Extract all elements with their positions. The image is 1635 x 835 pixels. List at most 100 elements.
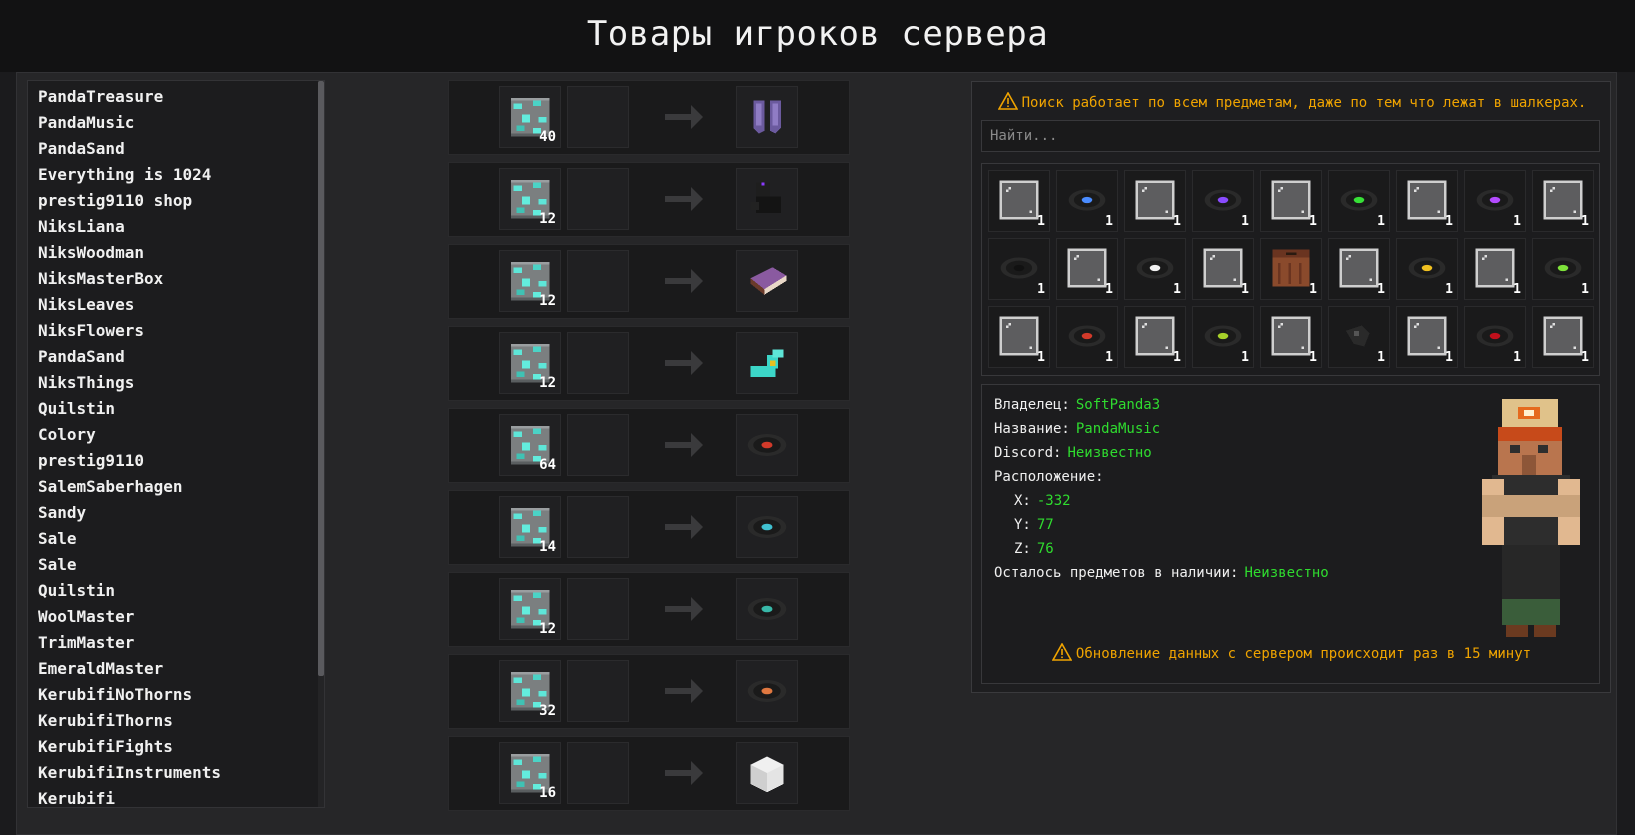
trade-row[interactable]: 16	[448, 736, 850, 811]
player-shop-item[interactable]: PandaSand	[38, 139, 125, 158]
player-shop-item[interactable]: Sale	[38, 555, 77, 574]
grid-item-slot[interactable]: 1	[1056, 170, 1118, 232]
player-shop-item[interactable]: NiksWoodman	[38, 243, 144, 262]
grid-item-slot[interactable]: 1	[988, 306, 1050, 368]
player-shop-item[interactable]: NiksThings	[38, 373, 134, 392]
shop-details-panel: Поиск работает по всем предметам, даже п…	[971, 81, 1611, 693]
player-shop-item[interactable]: TrimMaster	[38, 633, 134, 652]
scrollbar-thumb[interactable]	[318, 81, 324, 676]
grid-item-slot[interactable]: 1	[1532, 238, 1594, 300]
grid-item-slot[interactable]: 1	[988, 238, 1050, 300]
trade-row[interactable]: 12	[448, 572, 850, 647]
player-shop-item[interactable]: Sale	[38, 529, 77, 548]
grid-item-slot[interactable]: 1	[1328, 306, 1390, 368]
glass-pane-icon	[1134, 179, 1176, 225]
player-shop-item[interactable]: prestig9110	[38, 451, 144, 470]
grid-item-slot[interactable]: 1	[1124, 306, 1186, 368]
player-shop-item[interactable]: PandaSand	[38, 347, 125, 366]
trade-row[interactable]: 12	[448, 326, 850, 401]
grid-item-slot[interactable]: 1	[1396, 170, 1458, 232]
shop-info: Владелец: SoftPanda3 Название: PandaMusic …	[981, 384, 1600, 684]
player-shop-item[interactable]: KerubifiFights	[38, 737, 173, 756]
trade-row[interactable]: 64	[448, 408, 850, 483]
grid-item-slot[interactable]: 1	[1192, 170, 1254, 232]
glass-pane-icon	[1542, 179, 1584, 225]
grid-item-slot[interactable]: 1	[1532, 306, 1594, 368]
grid-item-slot[interactable]: 1	[1464, 170, 1526, 232]
item-count: 1	[1241, 214, 1249, 229]
grid-item-slot[interactable]: 1	[1124, 170, 1186, 232]
cost-count: 14	[539, 539, 556, 555]
player-shop-item[interactable]: Quilstin	[38, 399, 115, 418]
player-shop-item[interactable]: KerubifiNoThorns	[38, 685, 192, 704]
player-shop-item[interactable]: PandaMusic	[38, 113, 134, 132]
empty-cost-slot	[567, 332, 629, 394]
grid-item-slot[interactable]: 1	[1260, 238, 1322, 300]
grid-item-slot[interactable]: 1	[1328, 238, 1390, 300]
result-item-slot	[736, 414, 798, 476]
grid-item-slot[interactable]: 1	[1464, 306, 1526, 368]
arrow-right-icon	[663, 99, 705, 135]
grid-item-slot[interactable]: 1	[1328, 170, 1390, 232]
glass-pane-icon	[1542, 315, 1584, 361]
player-shop-item[interactable]: Sandy	[38, 503, 86, 522]
horse-head-icon	[745, 177, 789, 225]
trade-row[interactable]: 32	[448, 654, 850, 729]
player-shop-item[interactable]: Colory	[38, 425, 96, 444]
grid-item-slot[interactable]: 1	[1464, 238, 1526, 300]
player-shop-item[interactable]: NiksLeaves	[38, 295, 134, 314]
grid-item-slot[interactable]: 1	[1260, 170, 1322, 232]
grid-item-slot[interactable]: 1	[1192, 306, 1254, 368]
arrow-right-icon	[663, 509, 705, 545]
page-title: Товары игроков сервера	[586, 14, 1049, 54]
shop-name-label: Название:	[994, 421, 1070, 437]
music-disc-violet-icon	[1474, 179, 1516, 225]
cost-item-slot: 12	[499, 578, 561, 640]
player-shop-item[interactable]: prestig9110 shop	[38, 191, 192, 210]
player-shop-list[interactable]: PandaTreasure PandaMusic PandaSand Everythi…	[27, 80, 325, 808]
item-count: 1	[1445, 350, 1453, 365]
result-item-slot	[736, 742, 798, 804]
grid-item-slot[interactable]: 1	[1124, 238, 1186, 300]
trade-row[interactable]: 12	[448, 244, 850, 319]
player-shop-item[interactable]: KerubifiInstruments	[38, 763, 221, 782]
player-shop-item[interactable]: NiksLiana	[38, 217, 125, 236]
item-count: 1	[1445, 214, 1453, 229]
item-count: 1	[1105, 214, 1113, 229]
glass-pane-icon	[1202, 247, 1244, 293]
player-shop-item[interactable]: PandaTreasure	[38, 87, 163, 106]
grid-item-slot[interactable]: 1	[1396, 238, 1458, 300]
cost-item-slot: 12	[499, 168, 561, 230]
search-input[interactable]	[981, 120, 1600, 152]
location-label: Расположение:	[994, 469, 1104, 485]
item-count: 1	[1105, 282, 1113, 297]
player-shop-item[interactable]: NiksFlowers	[38, 321, 144, 340]
item-count: 1	[1309, 214, 1317, 229]
grid-item-slot[interactable]: 1	[1056, 306, 1118, 368]
player-shop-item[interactable]: WoolMaster	[38, 607, 134, 626]
empty-cost-slot	[567, 742, 629, 804]
grid-item-slot[interactable]: 1	[1192, 238, 1254, 300]
player-shop-item[interactable]: EmeraldMaster	[38, 659, 163, 678]
player-shop-item[interactable]: NiksMasterBox	[38, 269, 163, 288]
grid-item-slot[interactable]: 1	[988, 170, 1050, 232]
trade-row[interactable]: 14	[448, 490, 850, 565]
player-shop-item[interactable]: Kerubifi	[38, 789, 115, 807]
grid-item-slot[interactable]: 1	[1396, 306, 1458, 368]
empty-cost-slot	[567, 250, 629, 312]
item-count: 1	[1105, 350, 1113, 365]
music-disc-lime-icon	[1542, 247, 1584, 293]
trade-row[interactable]: 12	[448, 162, 850, 237]
grid-item-slot[interactable]: 1	[1056, 238, 1118, 300]
grid-item-slot[interactable]: 1	[1260, 306, 1322, 368]
player-shop-item[interactable]: Quilstin	[38, 581, 115, 600]
item-count: 1	[1377, 350, 1385, 365]
player-shop-item[interactable]: SalemSaberhagen	[38, 477, 183, 496]
player-shop-item[interactable]: Everything is 1024	[38, 165, 211, 184]
player-shop-item[interactable]: KerubifiThorns	[38, 711, 173, 730]
item-count: 1	[1581, 282, 1589, 297]
warning-icon	[997, 91, 1018, 110]
enchanted-book-icon	[745, 259, 789, 307]
grid-item-slot[interactable]: 1	[1532, 170, 1594, 232]
trade-row[interactable]: 40	[448, 80, 850, 155]
